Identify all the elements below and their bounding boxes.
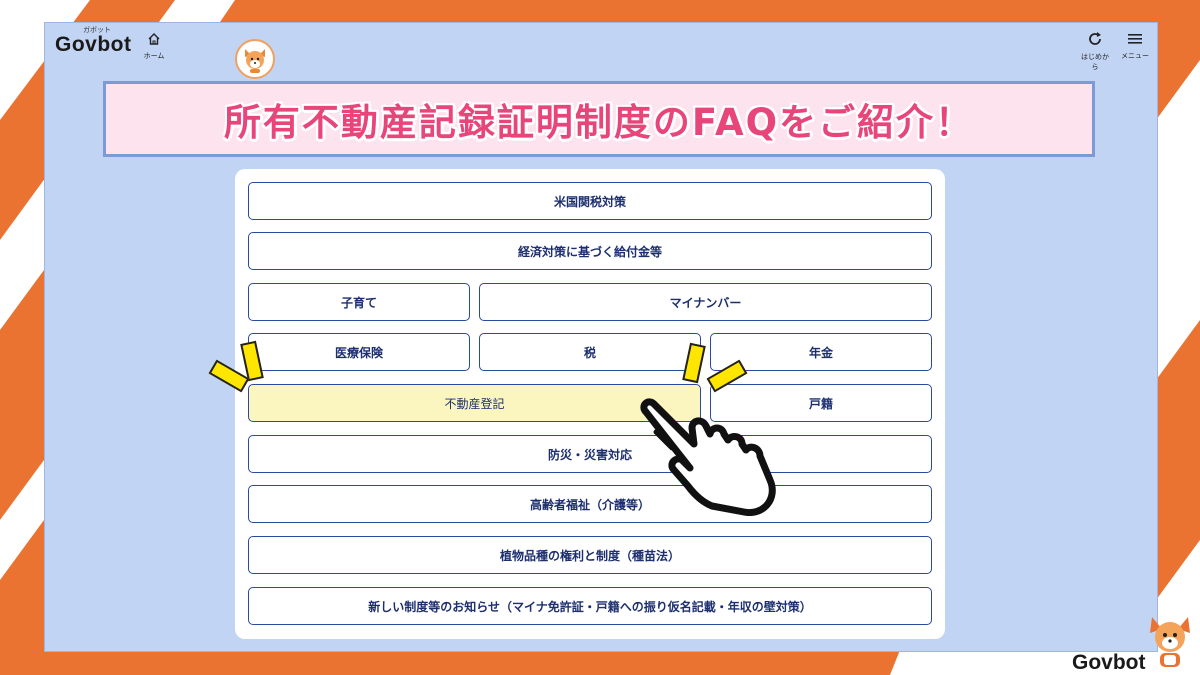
home-icon	[148, 33, 160, 45]
category-label: 戸籍	[808, 396, 833, 411]
category-label: 米国関税対策	[553, 194, 626, 209]
category-label: 不動産登記	[444, 396, 505, 411]
category-label: 税	[583, 345, 596, 360]
home-label: ホーム	[143, 52, 165, 60]
menu-button[interactable]: メニュー	[1117, 31, 1153, 61]
category-label: 年金	[808, 345, 833, 360]
hamburger-icon	[1128, 34, 1142, 44]
category-button-highlighted[interactable]: 不動産登記	[248, 384, 701, 422]
category-panel: 米国関税対策 経済対策に基づく給付金等 子育て マイナンバー 医療保険 税 年金…	[235, 169, 945, 639]
home-button[interactable]: ホーム	[141, 31, 167, 61]
category-label: 植物品種の権利と制度（種苗法）	[499, 548, 680, 563]
category-button[interactable]: 防災・災害対応	[248, 435, 932, 473]
headline-banner: 所有不動産記録証明制度のFAQをご紹介！	[103, 81, 1095, 157]
category-label: 子育て	[340, 295, 377, 310]
category-button[interactable]: 医療保険	[248, 333, 470, 371]
category-label: 医療保険	[334, 345, 383, 360]
top-bar: ガボット Govbot ホーム はじめから メニュー	[45, 23, 1157, 79]
refresh-icon	[1089, 32, 1101, 45]
category-label: 新しい制度等のお知らせ（マイナ免許証・戸籍への振り仮名記載・年収の壁対策）	[368, 599, 812, 614]
pointing-hand-icon	[640, 398, 776, 516]
category-label: 防災・災害対応	[547, 447, 632, 462]
menu-label: メニュー	[1121, 52, 1149, 60]
footer-brand: Govbot	[1072, 651, 1146, 674]
category-button[interactable]: 経済対策に基づく給付金等	[248, 232, 932, 270]
category-button[interactable]: 新しい制度等のお知らせ（マイナ免許証・戸籍への振り仮名記載・年収の壁対策）	[248, 587, 932, 625]
category-button[interactable]: 高齢者福祉（介護等）	[248, 485, 932, 523]
category-button[interactable]: 子育て	[248, 283, 470, 321]
fox-mascot-icon	[235, 39, 275, 79]
category-label: 経済対策に基づく給付金等	[517, 244, 662, 259]
category-button[interactable]: 税	[479, 333, 701, 371]
category-button[interactable]: 植物品種の権利と制度（種苗法）	[248, 536, 932, 574]
category-button[interactable]: マイナンバー	[479, 283, 932, 321]
category-label: マイナンバー	[669, 295, 742, 310]
govbot-logo[interactable]: Govbot	[55, 33, 132, 57]
restart-button[interactable]: はじめから	[1079, 31, 1111, 72]
app-frame: ガボット Govbot ホーム はじめから メニュー 所有不動産記録証明制度のF…	[44, 22, 1158, 652]
headline-text: 所有不動産記録証明制度のFAQをご紹介！	[223, 101, 975, 144]
restart-label: はじめから	[1081, 53, 1109, 71]
fox-mascot-icon	[1144, 611, 1196, 671]
category-label: 高齢者福祉（介護等）	[529, 497, 650, 512]
category-button[interactable]: 米国関税対策	[248, 182, 932, 220]
